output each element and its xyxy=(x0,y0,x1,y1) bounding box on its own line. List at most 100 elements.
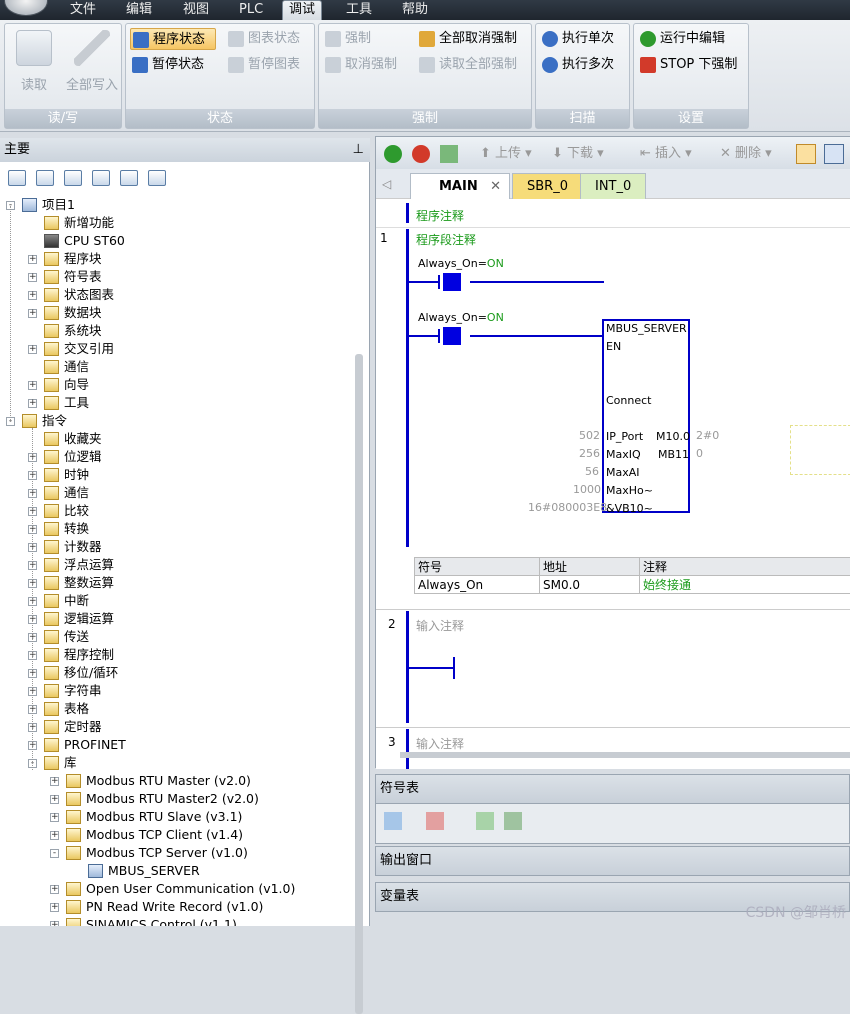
tree-item[interactable]: +传送 xyxy=(0,628,352,646)
monitor-icon[interactable] xyxy=(148,170,166,186)
tree-item[interactable]: +程序控制 xyxy=(0,646,352,664)
network-view2-icon[interactable] xyxy=(824,144,844,164)
table-add-icon[interactable] xyxy=(476,812,494,830)
tree-item[interactable]: +SINAMICS Control (v1.1) xyxy=(0,916,352,926)
expand-icon[interactable]: + xyxy=(28,399,37,408)
network-comment[interactable]: 程序段注释 xyxy=(416,231,476,248)
menu-debug[interactable]: 调试 xyxy=(282,0,322,20)
tree-item[interactable]: +字符串 xyxy=(0,682,352,700)
expand-icon[interactable]: + xyxy=(50,813,59,822)
tree-item[interactable]: +Modbus RTU Master (v2.0) xyxy=(0,772,352,790)
menu-help[interactable]: 帮助 xyxy=(396,0,434,20)
contact-always-on-2[interactable] xyxy=(440,327,464,345)
ip-port-value[interactable]: 502 xyxy=(579,429,600,442)
multi-scan-button[interactable]: 执行多次 xyxy=(540,54,614,76)
collapse-icon[interactable]: - xyxy=(50,849,59,858)
editor-scrollbar[interactable] xyxy=(400,752,850,758)
application-button[interactable] xyxy=(4,0,48,16)
symbol-table-pane[interactable]: 符号表 xyxy=(375,774,850,804)
tree-item[interactable]: +时钟 xyxy=(0,466,352,484)
expand-icon[interactable]: + xyxy=(28,345,37,354)
unforce-all-button[interactable]: 全部取消强制 xyxy=(417,28,517,50)
expand-icon[interactable]: + xyxy=(28,291,37,300)
menu-file[interactable]: 文件 xyxy=(64,0,102,20)
expand-icon[interactable]: + xyxy=(50,885,59,894)
download-button[interactable]: ⬇ 下载 ▾ xyxy=(552,145,604,163)
tree-item[interactable]: +工具 xyxy=(0,394,352,412)
menu-edit[interactable]: 编辑 xyxy=(120,0,158,20)
network-comment[interactable]: 输入注释 xyxy=(416,617,464,634)
maxai-value[interactable]: 56 xyxy=(585,465,599,478)
tree-item[interactable]: -库 xyxy=(0,754,352,772)
tree-item[interactable]: +表格 xyxy=(0,700,352,718)
tree-item[interactable]: 系统块 xyxy=(0,322,352,340)
read-all-forced-button[interactable]: 读取全部强制 xyxy=(417,54,517,76)
table-icon[interactable] xyxy=(36,170,54,186)
single-scan-button[interactable]: 执行单次 xyxy=(540,28,614,50)
tree-item[interactable]: +状态图表 xyxy=(0,286,352,304)
tree-item[interactable]: +中断 xyxy=(0,592,352,610)
expand-icon[interactable]: + xyxy=(50,777,59,786)
tab-int0[interactable]: INT_0 xyxy=(580,173,646,199)
pause-status-button[interactable]: 暂停状态 xyxy=(130,54,204,76)
delete-button[interactable]: ✕ 删除 ▾ xyxy=(720,145,772,163)
page-icon[interactable] xyxy=(92,170,110,186)
tree-item[interactable]: +程序块 xyxy=(0,250,352,268)
tree-item[interactable]: +PROFINET xyxy=(0,736,352,754)
tree-project[interactable]: -项目1 xyxy=(0,196,352,214)
read-button[interactable]: 读取 xyxy=(11,30,57,93)
insert-button[interactable]: ⇤ 插入 ▾ xyxy=(640,145,692,163)
run-edit-button[interactable]: 运行中编辑 xyxy=(638,28,725,50)
tree-item[interactable]: +位逻辑 xyxy=(0,448,352,466)
tree-item[interactable]: 通信 xyxy=(0,358,352,376)
tree-item[interactable]: +计数器 xyxy=(0,538,352,556)
contact-always-on-1[interactable] xyxy=(440,273,464,291)
tree-item[interactable]: +符号表 xyxy=(0,268,352,286)
program-status-button[interactable]: 程序状态 xyxy=(130,28,216,50)
network-view-icon[interactable] xyxy=(796,144,816,164)
export-icon[interactable] xyxy=(504,812,522,830)
window-icon[interactable] xyxy=(120,170,138,186)
tree-item[interactable]: +移位/循环 xyxy=(0,664,352,682)
delete-icon[interactable] xyxy=(426,812,444,830)
tab-scroll-left-icon[interactable]: ◁ xyxy=(382,177,391,191)
tree-item[interactable]: +逻辑运算 xyxy=(0,610,352,628)
expand-icon[interactable]: + xyxy=(50,903,59,912)
tree-item[interactable]: CPU ST60 xyxy=(0,232,352,250)
view-icon[interactable] xyxy=(8,170,26,186)
tree-item[interactable]: +Open User Communication (v1.0) xyxy=(0,880,352,898)
expand-icon[interactable]: + xyxy=(28,309,37,318)
tree-item[interactable]: +Modbus RTU Master2 (v2.0) xyxy=(0,790,352,808)
expand-icon[interactable]: + xyxy=(50,921,59,926)
upload-button[interactable]: ⬆ 上传 ▾ xyxy=(480,145,532,163)
menu-view[interactable]: 视图 xyxy=(177,0,215,20)
stop-force-button[interactable]: STOP 下强制 xyxy=(638,54,737,76)
menu-tools[interactable]: 工具 xyxy=(340,0,378,20)
stop-icon[interactable] xyxy=(412,145,430,163)
document-icon[interactable] xyxy=(64,170,82,186)
add-icon[interactable] xyxy=(384,812,402,830)
menu-plc[interactable]: PLC xyxy=(233,0,269,20)
tree-item[interactable]: 收藏夹 xyxy=(0,430,352,448)
program-comment[interactable]: 程序注释 xyxy=(416,207,464,224)
tree-item[interactable]: 新增功能 xyxy=(0,214,352,232)
tree-item[interactable]: +交叉引用 xyxy=(0,340,352,358)
tree-item[interactable]: +比较 xyxy=(0,502,352,520)
vb10-value[interactable]: 16#080003E8 xyxy=(528,501,607,514)
ladder-editor[interactable]: 程序注释 1 程序段注释 Always_On=ON Always_On=ON M… xyxy=(376,199,850,769)
run-icon[interactable] xyxy=(384,145,402,163)
tree-item[interactable]: +向导 xyxy=(0,376,352,394)
write-all-button[interactable]: 全部写入 xyxy=(63,30,121,93)
expand-icon[interactable]: + xyxy=(50,831,59,840)
tree-item[interactable]: +Modbus TCP Client (v1.4) xyxy=(0,826,352,844)
tree-item[interactable]: +PN Read Write Record (v1.0) xyxy=(0,898,352,916)
tree-item[interactable]: +定时器 xyxy=(0,718,352,736)
maxhold-value[interactable]: 1000 xyxy=(573,483,601,496)
tab-sbr0[interactable]: SBR_0 xyxy=(512,173,583,199)
tree-item[interactable]: +整数运算 xyxy=(0,574,352,592)
pin-icon[interactable]: ⊥ xyxy=(353,138,364,162)
expand-icon[interactable]: + xyxy=(50,795,59,804)
maxiq-value[interactable]: 256 xyxy=(579,447,600,460)
tree-item[interactable]: +转换 xyxy=(0,520,352,538)
pause-chart-button[interactable]: 暂停图表 xyxy=(226,54,300,76)
